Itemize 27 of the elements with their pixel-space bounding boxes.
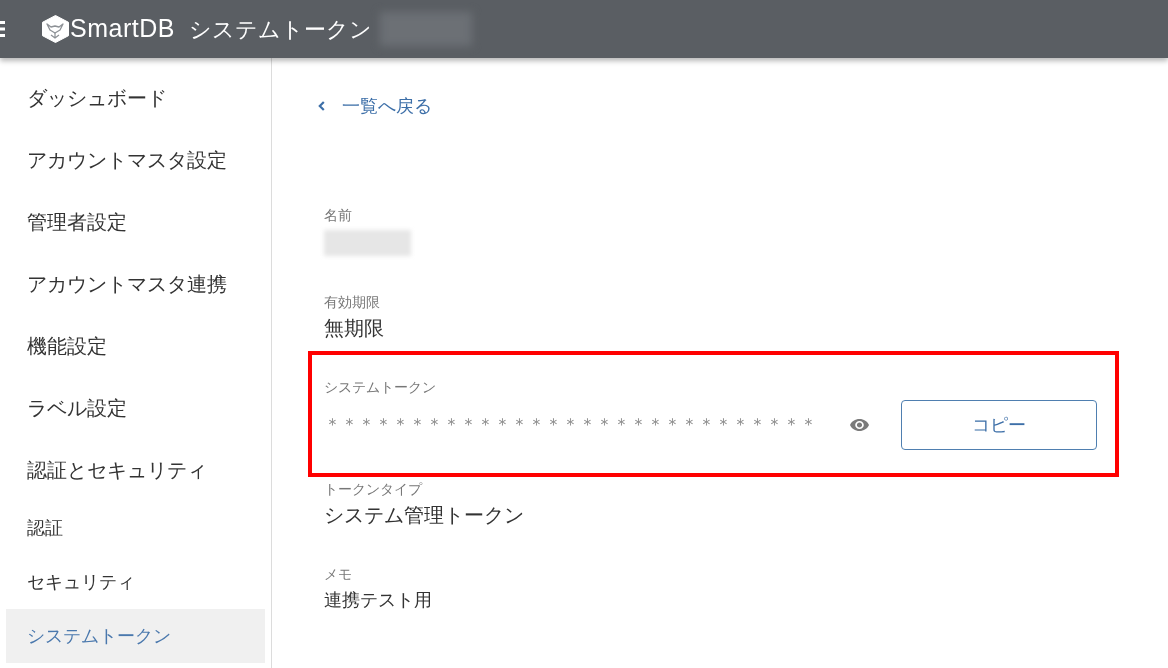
sidebar-item[interactable]: 認証とセキュリティ [6,439,265,501]
menu-icon[interactable] [0,21,5,37]
field-label: システムトークン [324,378,436,397]
field-value: システム管理トークン [324,503,524,528]
logo-icon [42,15,69,43]
sidebar-item[interactable]: セキュリティ [6,555,265,609]
page-title: システムトークン [188,15,372,44]
field-value: 連携テスト用 [324,589,432,612]
app-name: SmartDB [70,13,175,45]
field-value: 無期限 [324,316,384,341]
sidebar-item[interactable]: システムトークン [6,609,265,663]
field-label: メモ [324,565,352,584]
sidebar-item[interactable]: ラベル設定 [6,377,265,439]
sidebar-item[interactable]: 機能設定 [6,315,265,377]
sidebar-item[interactable]: アカウントマスタ連携 [6,253,265,315]
field-label: 有効期限 [324,293,380,312]
copy-button[interactable]: コピー [901,400,1097,450]
sidebar-item[interactable]: ダッシュボード [6,67,265,129]
field-label: トークンタイプ [324,480,422,499]
masked-token: ＊＊＊＊＊＊＊＊＊＊＊＊＊＊＊＊＊＊＊＊＊＊＊＊＊＊＊＊＊ [324,414,817,436]
sidebar-item[interactable]: アカウントマスタ設定 [6,129,265,191]
field-label: 名前 [324,206,352,225]
sidebar-item[interactable]: 認証 [6,501,265,555]
sidebar-item[interactable]: 管理者設定 [6,191,265,253]
eye-icon[interactable] [850,419,869,431]
back-link[interactable]: 一覧へ戻る [318,94,432,118]
chevron-left-icon [318,101,325,111]
